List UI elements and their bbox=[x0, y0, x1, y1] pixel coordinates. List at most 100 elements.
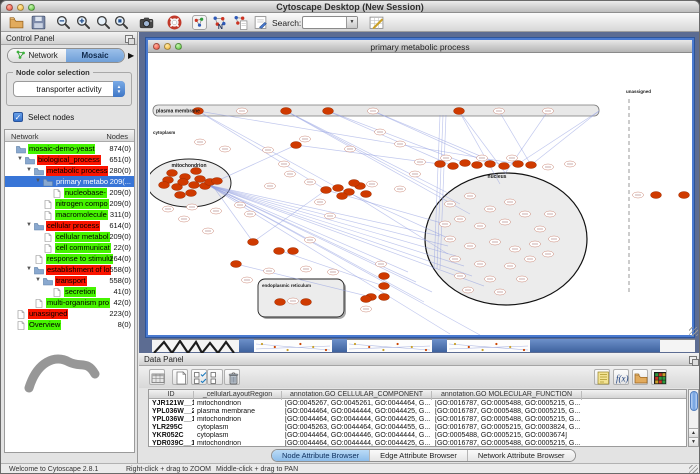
selected-network-node[interactable] bbox=[472, 162, 483, 169]
network-canvas[interactable]: plasma membranecytoplasmmitochondrionnuc… bbox=[150, 54, 690, 335]
scroll-up-icon[interactable]: ▲ bbox=[689, 428, 698, 437]
selected-network-node[interactable] bbox=[175, 192, 186, 199]
tree-row[interactable]: ▼primary metabo209(... bbox=[5, 176, 134, 187]
expand-arrow-icon[interactable]: ▼ bbox=[26, 167, 32, 173]
selected-network-node[interactable] bbox=[231, 261, 242, 268]
selected-network-node[interactable] bbox=[321, 187, 332, 194]
selected-network-node[interactable] bbox=[485, 161, 496, 168]
selected-network-node[interactable] bbox=[248, 239, 259, 246]
selected-network-node[interactable] bbox=[379, 283, 390, 290]
network-manager-button[interactable] bbox=[192, 15, 207, 30]
tree-row[interactable]: secretion41(0) bbox=[5, 286, 134, 297]
selected-network-node[interactable] bbox=[281, 108, 292, 115]
node-color-dropdown[interactable]: transporter activity ▲▼ bbox=[13, 81, 125, 97]
table-row[interactable]: YLR295Ccytoplasm[GO:0045263, GO:0044464,… bbox=[149, 424, 686, 432]
tree-row[interactable]: nitrogen compo209(0) bbox=[5, 198, 134, 209]
table-column-header[interactable]: annotation.GO MOLECULAR_FUNCTION bbox=[432, 391, 582, 400]
selected-network-node[interactable] bbox=[361, 191, 372, 198]
zoom-in-button[interactable] bbox=[76, 15, 91, 30]
tree-row[interactable]: Overview8(0) bbox=[5, 319, 134, 330]
function-builder-button[interactable]: f(x) bbox=[613, 369, 629, 385]
annotation-button[interactable] bbox=[253, 15, 268, 30]
tree-row[interactable]: macromolecule311(0) bbox=[5, 209, 134, 220]
float-panel-icon[interactable] bbox=[125, 35, 133, 43]
heatmap-button[interactable] bbox=[651, 369, 667, 385]
network-edge[interactable] bbox=[531, 111, 599, 165]
attribute-list-button[interactable] bbox=[594, 369, 610, 385]
tab-scroll-right-icon[interactable]: ▶ bbox=[128, 51, 134, 60]
selected-network-node[interactable] bbox=[212, 178, 223, 185]
selected-network-node[interactable] bbox=[337, 193, 348, 200]
selected-network-node[interactable] bbox=[186, 190, 197, 197]
data-panel-float-icon[interactable] bbox=[689, 356, 697, 364]
zoom-fit-content-button[interactable] bbox=[114, 15, 129, 30]
selected-network-node[interactable] bbox=[379, 294, 390, 301]
destroy-network-button[interactable]: N bbox=[212, 15, 227, 30]
background-window-edge[interactable] bbox=[447, 339, 530, 352]
tree-row[interactable]: ▼establishment of lo558(0) bbox=[5, 264, 134, 275]
tab-network-attribute-browser[interactable]: Network Attribute Browser bbox=[468, 450, 575, 461]
tab-edge-attribute-browser[interactable]: Edge Attribute Browser bbox=[370, 450, 468, 461]
open-file-button[interactable] bbox=[9, 15, 24, 30]
selected-network-node[interactable] bbox=[526, 162, 537, 169]
select-nodes-checkbox[interactable]: ✓ bbox=[13, 112, 23, 122]
selected-network-node[interactable] bbox=[288, 248, 299, 255]
selected-network-node[interactable] bbox=[349, 180, 360, 187]
background-window-edge[interactable] bbox=[152, 339, 239, 352]
tree-row[interactable]: cell communicat22(0) bbox=[5, 242, 134, 253]
select-attributes-button[interactable] bbox=[191, 369, 207, 385]
table-scrollbar[interactable]: ▲ ▼ bbox=[688, 389, 699, 447]
tree-row[interactable]: nucleobase-209(0) bbox=[5, 187, 134, 198]
help-lifesaver-icon[interactable] bbox=[167, 15, 182, 30]
tab-mosaic[interactable]: Mosaic bbox=[66, 49, 124, 62]
snapshot-camera-button[interactable] bbox=[139, 15, 154, 30]
advanced-search-button[interactable] bbox=[369, 15, 384, 30]
background-window-edge[interactable] bbox=[347, 339, 432, 352]
import-attributes-button[interactable] bbox=[632, 369, 648, 385]
tree-row[interactable]: cellular metabol209(0) bbox=[5, 231, 134, 242]
network-edge[interactable] bbox=[373, 111, 490, 164]
create-view-button[interactable] bbox=[233, 15, 248, 30]
selected-network-node[interactable] bbox=[274, 248, 285, 255]
window-resize-grip[interactable] bbox=[687, 463, 699, 474]
table-row[interactable]: YPL036W__2plasma membrane[GO:0044464, GO… bbox=[149, 408, 686, 416]
selected-network-node[interactable] bbox=[454, 108, 465, 115]
zoom-out-button[interactable] bbox=[56, 15, 71, 30]
table-row[interactable]: YPL036W__1mitochondrion[GO:0044464, GO:0… bbox=[149, 416, 686, 424]
save-session-button[interactable] bbox=[31, 15, 46, 30]
network-edge[interactable] bbox=[208, 185, 456, 256]
new-attribute-button[interactable] bbox=[172, 369, 188, 385]
selected-network-node[interactable] bbox=[460, 160, 471, 167]
tree-row[interactable]: mosaic-demo-yeast874(0) bbox=[5, 143, 134, 154]
background-window-edge[interactable] bbox=[254, 339, 332, 352]
scroll-down-icon[interactable]: ▼ bbox=[689, 437, 698, 446]
selected-network-node[interactable] bbox=[159, 182, 170, 189]
table-row[interactable]: YDR039C__1mitochondrion[GO:0044464, GO:0… bbox=[149, 440, 686, 447]
selected-network-node[interactable] bbox=[323, 108, 334, 115]
network-edge[interactable] bbox=[208, 185, 464, 266]
selected-network-node[interactable] bbox=[333, 185, 344, 192]
tree-row[interactable]: ▼transport558(0) bbox=[5, 275, 134, 286]
selected-network-node[interactable] bbox=[291, 142, 302, 149]
selected-network-node[interactable] bbox=[448, 163, 459, 170]
selected-network-node[interactable] bbox=[189, 182, 200, 189]
search-input[interactable] bbox=[304, 17, 346, 28]
tree-row[interactable]: multi-organism pro42(0) bbox=[5, 297, 134, 308]
table-row[interactable]: YKR052Ccytoplasm[GO:0044464, GO:0044446,… bbox=[149, 432, 686, 440]
tree-row[interactable]: unassigned223(0) bbox=[5, 308, 134, 319]
tree-row[interactable]: response to stimulu264(0) bbox=[5, 253, 134, 264]
unselect-attributes-button[interactable] bbox=[207, 369, 223, 385]
expand-arrow-icon[interactable]: ▼ bbox=[17, 156, 23, 162]
selected-network-node[interactable] bbox=[513, 161, 524, 168]
tab-node-attribute-browser[interactable]: Node Attribute Browser bbox=[272, 450, 370, 461]
selected-network-node[interactable] bbox=[301, 299, 312, 306]
selected-network-node[interactable] bbox=[499, 163, 510, 170]
selected-network-node[interactable] bbox=[178, 179, 189, 186]
table-column-header[interactable]: ID bbox=[149, 391, 194, 400]
search-dropdown-button[interactable]: ▼ bbox=[346, 17, 357, 28]
tree-row[interactable]: ▼biological_process651(0) bbox=[5, 154, 134, 165]
selected-network-node[interactable] bbox=[275, 299, 286, 306]
frame-resize-grip[interactable] bbox=[687, 325, 699, 337]
tree-row[interactable]: ▼metabolic process280(0) bbox=[5, 165, 134, 176]
selected-network-node[interactable] bbox=[167, 170, 178, 177]
